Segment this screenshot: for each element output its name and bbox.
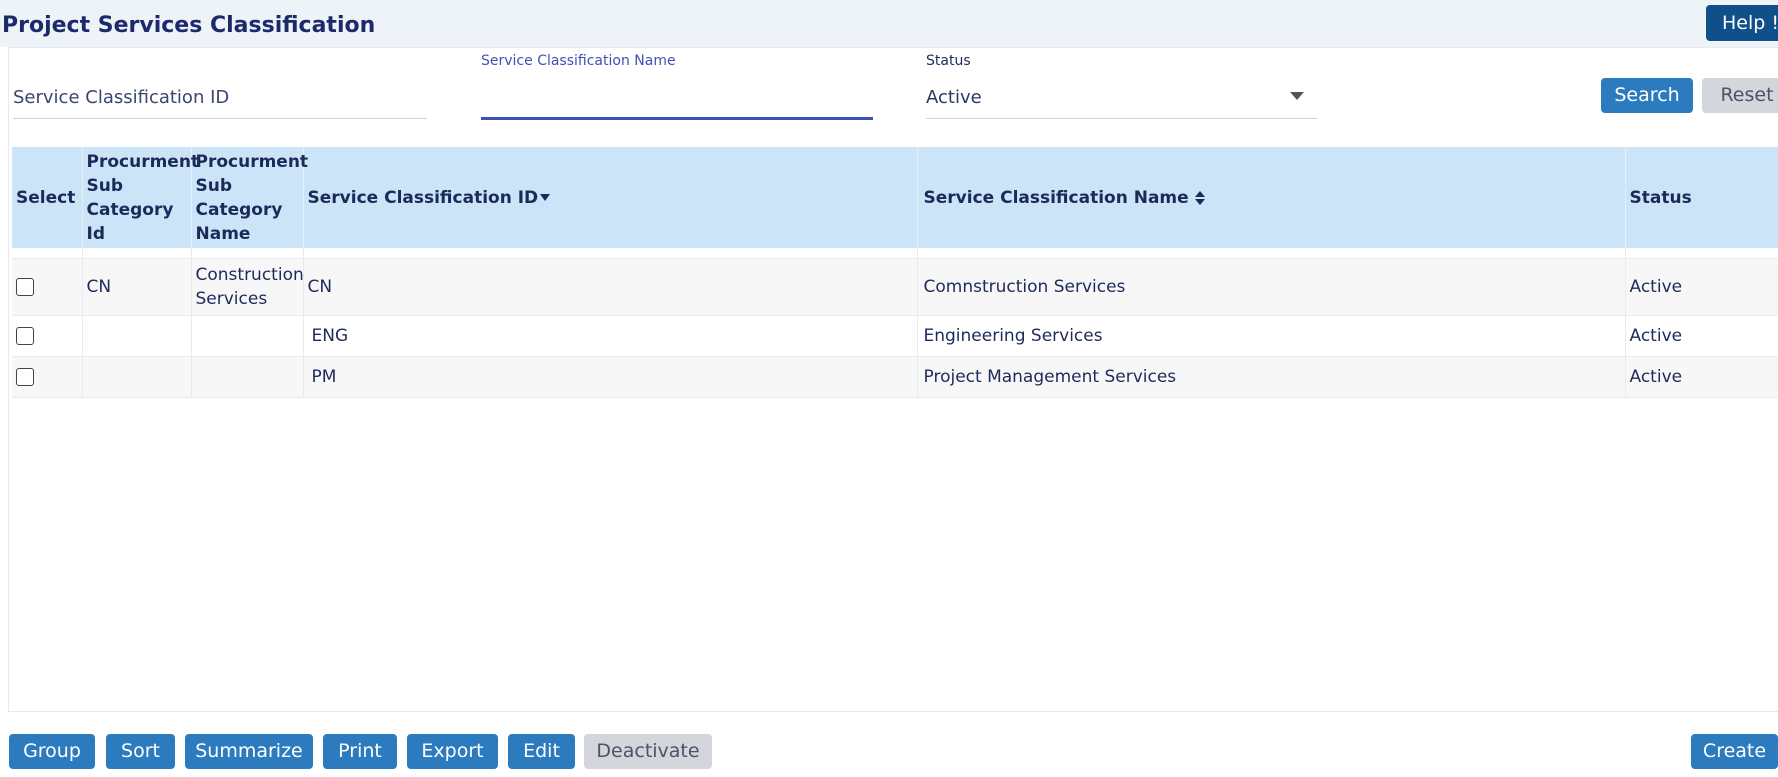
- status-value: Active: [926, 87, 982, 108]
- export-button[interactable]: Export: [407, 734, 498, 769]
- print-button[interactable]: Print: [323, 734, 397, 769]
- deactivate-button: Deactivate: [584, 734, 712, 769]
- service-id-underline: [13, 118, 427, 119]
- table-row[interactable]: ENG Engineering Services Active: [12, 315, 1778, 357]
- status-select[interactable]: Status Active: [926, 53, 1317, 119]
- cell-sub-category-name: [191, 356, 304, 398]
- reset-button[interactable]: Reset: [1702, 78, 1778, 113]
- filter-spacer-row: [12, 248, 1778, 259]
- sort-icon[interactable]: [1194, 190, 1205, 205]
- table-row[interactable]: CN Construction Services CN Comnstructio…: [12, 258, 1778, 316]
- col-select-header: Select: [12, 147, 83, 248]
- col-status-header[interactable]: Status: [1625, 147, 1778, 248]
- status-label: Status: [926, 53, 971, 69]
- cell-service-name: Engineering Services: [917, 315, 1626, 357]
- cell-sub-category-id: [82, 356, 192, 398]
- row-checkbox[interactable]: [16, 278, 34, 296]
- chevron-down-icon: [1290, 92, 1304, 100]
- cell-status: Active: [1625, 356, 1778, 398]
- cell-sub-category-id: [82, 315, 192, 357]
- row-checkbox[interactable]: [16, 368, 34, 386]
- group-button[interactable]: Group: [9, 734, 95, 769]
- page-title: Project Services Classification: [2, 13, 376, 38]
- service-id-placeholder: Service Classification ID: [13, 87, 230, 108]
- col-service-id-header[interactable]: Service Classification ID: [303, 147, 918, 248]
- sort-button[interactable]: Sort: [106, 734, 175, 769]
- create-button[interactable]: Create: [1691, 734, 1778, 769]
- cell-status: Active: [1625, 258, 1778, 316]
- edit-button[interactable]: Edit: [508, 734, 575, 769]
- row-checkbox[interactable]: [16, 327, 34, 345]
- cell-service-id: CN: [303, 258, 918, 316]
- service-name-underline: [481, 117, 873, 120]
- cell-service-name: Project Management Services: [917, 356, 1626, 398]
- summarize-button[interactable]: Summarize: [185, 734, 313, 769]
- services-table: Select Procurment Sub Category Id Procur…: [12, 147, 1778, 398]
- cell-service-id: ENG: [303, 315, 918, 357]
- status-underline: [926, 118, 1317, 119]
- cell-status: Active: [1625, 315, 1778, 357]
- cell-service-id: PM: [303, 356, 918, 398]
- cell-sub-category-id: CN: [82, 258, 192, 316]
- sort-descending-icon[interactable]: [540, 194, 551, 201]
- service-name-label: Service Classification Name: [481, 53, 676, 69]
- service-name-field[interactable]: Service Classification Name: [481, 53, 873, 120]
- col-service-id-label: Service Classification ID: [307, 187, 539, 208]
- col-service-name-label: Service Classification Name: [923, 187, 1189, 208]
- col-service-name-header[interactable]: Service Classification Name: [917, 147, 1626, 248]
- table-header-row: Select Procurment Sub Category Id Procur…: [12, 147, 1778, 248]
- col-sub-category-id-header[interactable]: Procurment Sub Category Id: [82, 147, 199, 248]
- service-id-field[interactable]: Service Classification ID: [13, 70, 427, 119]
- cell-service-name: Comnstruction Services: [917, 258, 1626, 316]
- col-sub-category-name-header[interactable]: Procurment Sub Category Name: [191, 147, 308, 248]
- table-row[interactable]: PM Project Management Services Active: [12, 356, 1778, 398]
- help-button[interactable]: Help !: [1706, 5, 1778, 41]
- cell-sub-category-name: Construction Services: [191, 258, 304, 316]
- search-button[interactable]: Search: [1601, 78, 1693, 113]
- cell-sub-category-name: [191, 315, 304, 357]
